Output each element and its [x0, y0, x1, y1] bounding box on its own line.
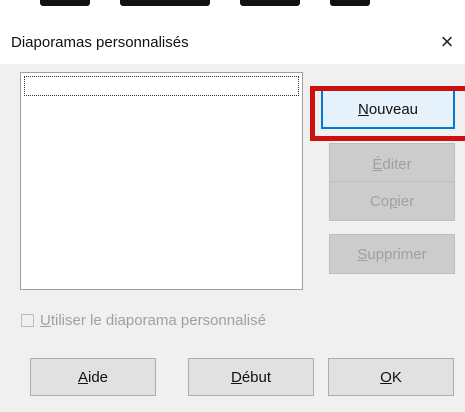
- dialog-title: Diaporamas personnalisés: [11, 34, 189, 51]
- list-focus-row[interactable]: [24, 76, 299, 96]
- start-button-label: Début: [230, 368, 272, 386]
- ok-button-label: OK: [380, 368, 402, 386]
- use-custom-show-checkbox[interactable]: Utiliser le diaporama personnalisé: [21, 312, 266, 329]
- background-fragment: [120, 0, 210, 6]
- delete-button[interactable]: Supprimer: [329, 234, 455, 274]
- copy-button-label: Copier: [369, 192, 415, 210]
- background-fragment: [330, 0, 370, 6]
- checkbox-box[interactable]: [21, 314, 34, 327]
- ok-button[interactable]: OK: [328, 358, 454, 396]
- custom-shows-list[interactable]: [20, 72, 303, 290]
- close-icon[interactable]: ×: [432, 27, 462, 57]
- delete-button-label: Supprimer: [357, 245, 427, 263]
- checkbox-label: Utiliser le diaporama personnalisé: [40, 312, 266, 329]
- edit-button[interactable]: Éditer: [329, 143, 455, 185]
- edit-button-label: Éditer: [372, 155, 412, 173]
- help-button-label: Aide: [77, 368, 109, 386]
- help-button[interactable]: Aide: [30, 358, 156, 396]
- background-fragment: [40, 0, 90, 6]
- highlight-annotation: [310, 86, 465, 141]
- background-fragment: [240, 0, 300, 6]
- start-button[interactable]: Début: [188, 358, 314, 396]
- background-window-strip: [0, 0, 465, 14]
- copy-button[interactable]: Copier: [329, 181, 455, 221]
